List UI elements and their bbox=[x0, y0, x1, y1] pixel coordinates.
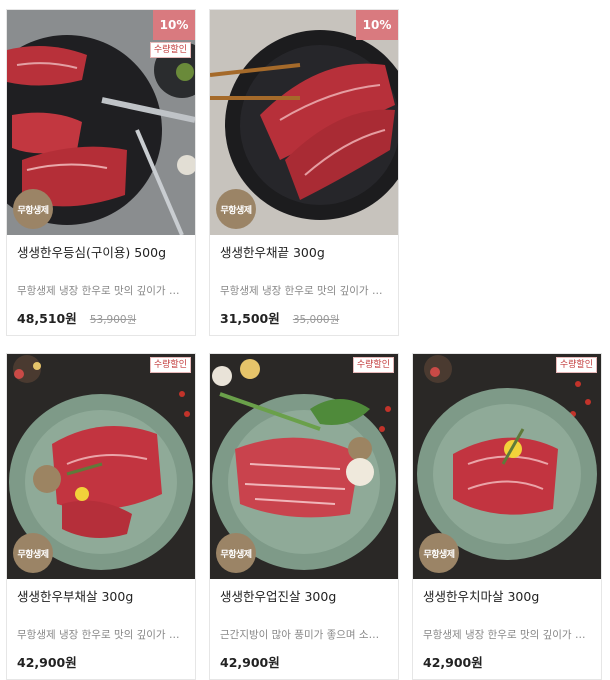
sale-price: 42,900원 bbox=[423, 655, 483, 670]
antibiotic-free-badge: 무항생제 bbox=[13, 189, 53, 229]
sale-price: 42,900원 bbox=[220, 655, 280, 670]
product-image[interactable]: 10% 수량할인 무항생제 bbox=[7, 10, 195, 235]
quantity-discount-tag: 수량할인 bbox=[149, 357, 191, 373]
sale-price: 31,500원 bbox=[220, 311, 280, 326]
original-price: 35,000원 bbox=[292, 314, 340, 326]
antibiotic-free-badge: 무항생제 bbox=[216, 533, 256, 573]
product-image[interactable]: 수량할인 무항생제 bbox=[7, 354, 195, 579]
product-image[interactable]: 10% 무항생제 bbox=[210, 10, 398, 235]
product-card[interactable]: 10% 무항생제 생생한우채끝 300g 무항생제 냉장 한우로 맛의 깊이가 … bbox=[209, 9, 399, 336]
antibiotic-free-badge: 무항생제 bbox=[419, 533, 459, 573]
product-description: 무항생제 냉장 한우로 맛의 깊이가 다르다 bbox=[17, 629, 185, 641]
quantity-discount-tag: 수량할인 bbox=[149, 42, 191, 58]
antibiotic-free-badge: 무항생제 bbox=[216, 189, 256, 229]
product-image[interactable]: 수량할인 무항생제 bbox=[413, 354, 601, 579]
quantity-discount-tag: 수량할인 bbox=[352, 357, 394, 373]
discount-badge: 10% bbox=[356, 10, 398, 40]
sale-price: 48,510원 bbox=[17, 311, 77, 326]
product-image[interactable]: 수량할인 무항생제 bbox=[210, 354, 398, 579]
product-description: 무항생제 냉장 한우로 맛의 깊이가 다르다 bbox=[220, 285, 388, 297]
product-card[interactable]: 수량할인 무항생제 생생한우업진살 300g 근간지방이 많아 풍미가 좋으며 … bbox=[209, 353, 399, 680]
discount-badge: 10% bbox=[153, 10, 195, 40]
product-name[interactable]: 생생한우치마살 300g bbox=[423, 589, 591, 625]
product-description: 무항생제 냉장 한우로 맛의 깊이가 다르다 bbox=[17, 285, 185, 297]
product-card[interactable]: 수량할인 무항생제 생생한우부채살 300g 무항생제 냉장 한우로 맛의 깊이… bbox=[6, 353, 196, 680]
product-name[interactable]: 생생한우채끝 300g bbox=[220, 245, 388, 281]
product-description: 근간지방이 많아 풍미가 좋으며 소고기 본연의 맛 bbox=[220, 629, 388, 641]
sale-price: 42,900원 bbox=[17, 655, 77, 670]
product-name[interactable]: 생생한우등심(구이용) 500g bbox=[17, 245, 185, 281]
antibiotic-free-badge: 무항생제 bbox=[13, 533, 53, 573]
product-card[interactable]: 10% 수량할인 무항생제 생생한우등심(구이용) 500g 무항생제 냉장 한… bbox=[6, 9, 196, 336]
product-name[interactable]: 생생한우부채살 300g bbox=[17, 589, 185, 625]
product-card[interactable]: 수량할인 무항생제 생생한우치마살 300g 무항생제 냉장 한우로 맛의 깊이… bbox=[412, 353, 602, 680]
product-name[interactable]: 생생한우업진살 300g bbox=[220, 589, 388, 625]
quantity-discount-tag: 수량할인 bbox=[555, 357, 597, 373]
product-description: 무항생제 냉장 한우로 맛의 깊이가 다르다 bbox=[423, 629, 591, 641]
original-price: 53,900원 bbox=[89, 314, 137, 326]
